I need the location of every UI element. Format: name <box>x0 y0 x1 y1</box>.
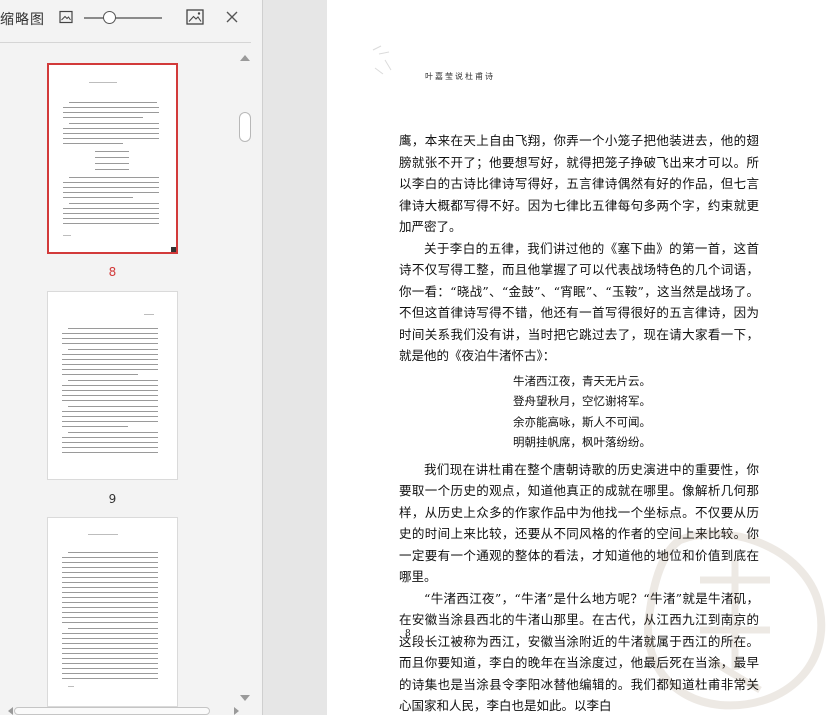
pdf-reader-window: 缩略图 8 9 叶嘉莹说杜甫诗 鹰，本来在天上自由飞翔，你弄一个小笼子把他装进去… <box>0 0 830 715</box>
close-icon[interactable] <box>225 10 239 24</box>
thumbnail-resize-handle[interactable] <box>171 247 176 252</box>
page-thumbnail-9[interactable] <box>47 291 178 480</box>
body-paragraph: 关于李白的五律，我们讲过他的《塞下曲》的第一首，这首诗不仅写得工整，而且他掌握了… <box>399 240 759 364</box>
poem-line: 明朝挂帆席，枫叶落纷纷。 <box>513 435 651 449</box>
poem-line: 登舟望秋月，空忆谢将军。 <box>513 394 651 408</box>
watermark-seal-icon <box>644 529 826 710</box>
poem-line: 牛渚西江夜，青天无片云。 <box>513 373 651 388</box>
header-divider <box>0 42 251 43</box>
thumbnail-page-number: 8 <box>108 265 117 279</box>
scroll-left-arrow-icon[interactable] <box>8 707 13 715</box>
running-head: 叶嘉莹说杜甫诗 <box>425 72 495 81</box>
zoom-slider-track[interactable] <box>84 17 162 19</box>
scroll-up-arrow-icon[interactable] <box>240 55 250 61</box>
body-paragraph: 鹰，本来在天上自由飞翔，你弄一个小笼子把他装进去，他的翅膀就张不开了；他要想写好… <box>399 133 759 234</box>
image-small-icon[interactable] <box>59 10 73 24</box>
page-thumbnail-8[interactable] <box>47 63 178 254</box>
zoom-slider-thumb[interactable] <box>103 11 116 24</box>
panel-title: 缩略图 <box>0 12 45 28</box>
poem-block: 牛渚西江夜，青天无片云。 登舟望秋月，空忆谢将军。 余亦能高咏，斯人不可闻。 明… <box>399 371 759 453</box>
page-thumbnail-10[interactable] <box>47 517 178 707</box>
scrollbar-thumb[interactable] <box>239 112 251 142</box>
thumbnail-horizontal-scrollbar[interactable] <box>8 706 253 715</box>
page-number: 8 <box>405 629 411 639</box>
image-large-icon[interactable] <box>186 9 204 25</box>
thumbnail-panel: 缩略图 8 9 <box>0 0 263 715</box>
scroll-right-arrow-icon[interactable] <box>234 707 239 715</box>
horizontal-scrollbar-thumb[interactable] <box>14 707 210 715</box>
scroll-down-arrow-icon[interactable] <box>240 695 250 701</box>
poem-line: 余亦能高咏，斯人不可闻。 <box>513 414 651 429</box>
thumbnail-page-number: 9 <box>108 492 117 506</box>
thumbnail-vertical-scrollbar[interactable] <box>238 50 252 705</box>
pencil-mark-decoration <box>372 45 392 75</box>
thumbnail-panel-header: 缩略图 <box>0 0 262 36</box>
